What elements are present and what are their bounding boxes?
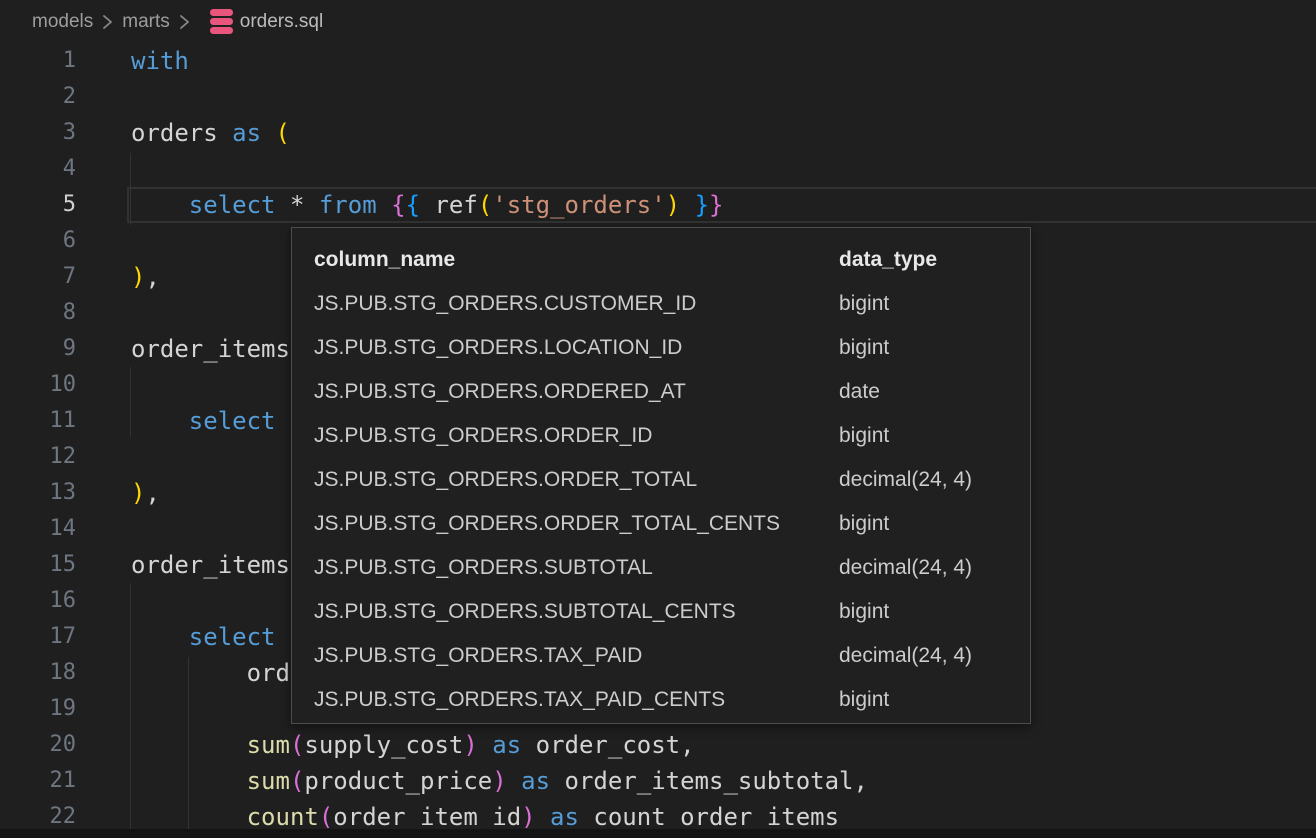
- line-number[interactable]: 10: [0, 367, 76, 403]
- popup-column-name: JS.PUB.STG_ORDERS.ORDERED_AT: [314, 380, 686, 403]
- popup-row-2: JS.PUB.STG_ORDERS.ORDERED_AT date: [292, 370, 1030, 414]
- code-text: select: [76, 403, 276, 439]
- code-text: sum(product_price) as order_items_subtot…: [76, 763, 868, 799]
- line-number[interactable]: 1: [0, 43, 76, 79]
- popup-column-name: JS.PUB.STG_ORDERS.SUBTOTAL: [314, 556, 653, 579]
- code-line-4[interactable]: 4: [0, 151, 1316, 187]
- code-text: ord: [76, 655, 290, 691]
- database-icon: [210, 9, 233, 34]
- popup-row-5: JS.PUB.STG_ORDERS.ORDER_TOTAL_CENTS bigin…: [292, 502, 1030, 546]
- line-number[interactable]: 12: [0, 439, 76, 475]
- line-number[interactable]: 21: [0, 763, 76, 799]
- code-text: order_items: [76, 331, 290, 367]
- line-number[interactable]: 7: [0, 259, 76, 295]
- popup-data-type: decimal(24, 4): [839, 634, 972, 678]
- chevron-right-icon: [102, 13, 113, 31]
- code-line-21[interactable]: 21 sum(product_price) as order_items_sub…: [0, 763, 1316, 799]
- editor-pane[interactable]: models marts orders.sql 1with23orders as…: [0, 0, 1316, 838]
- line-number[interactable]: 9: [0, 331, 76, 367]
- code-text: [76, 79, 131, 115]
- code-text: [76, 511, 131, 547]
- line-number[interactable]: 8: [0, 295, 76, 331]
- line-number[interactable]: 5: [0, 187, 76, 223]
- popup-data-type: decimal(24, 4): [839, 546, 972, 590]
- code-line-3[interactable]: 3orders as (: [0, 115, 1316, 151]
- breadcrumb: models marts orders.sql: [0, 0, 1316, 43]
- code-text: [76, 691, 131, 727]
- popup-row-3: JS.PUB.STG_ORDERS.ORDER_ID bigint: [292, 414, 1030, 458]
- popup-column-name: JS.PUB.STG_ORDERS.ORDER_ID: [314, 424, 652, 447]
- code-text: ),: [76, 475, 160, 511]
- breadcrumb-item-models[interactable]: models: [32, 11, 93, 33]
- popup-header-row: column_name data_type: [292, 238, 1030, 282]
- popup-row-4: JS.PUB.STG_ORDERS.ORDER_TOTAL decimal(24,…: [292, 458, 1030, 502]
- code-text: sum(supply_cost) as order_cost,: [76, 727, 695, 763]
- breadcrumb-item-marts[interactable]: marts: [122, 11, 170, 33]
- code-line-20[interactable]: 20 sum(supply_cost) as order_cost,: [0, 727, 1316, 763]
- popup-rows: JS.PUB.STG_ORDERS.CUSTOMER_IDbigintJS.PU…: [292, 282, 1030, 722]
- popup-data-type: bigint: [839, 414, 889, 458]
- popup-header-data-type: data_type: [839, 238, 937, 282]
- line-number[interactable]: 20: [0, 727, 76, 763]
- code-text: orders as (: [76, 115, 290, 151]
- code-text: [76, 367, 131, 403]
- popup-header-column-name: column_name: [314, 248, 455, 271]
- column-metadata-popup: column_name data_type JS.PUB.STG_ORDERS.…: [291, 227, 1031, 724]
- line-number[interactable]: 3: [0, 115, 76, 151]
- line-number[interactable]: 18: [0, 655, 76, 691]
- code-text: [76, 583, 131, 619]
- popup-data-type: bigint: [839, 678, 889, 722]
- popup-column-name: JS.PUB.STG_ORDERS.CUSTOMER_ID: [314, 292, 696, 315]
- line-number[interactable]: 4: [0, 151, 76, 187]
- line-number[interactable]: 6: [0, 223, 76, 259]
- popup-column-name: JS.PUB.STG_ORDERS.LOCATION_ID: [314, 336, 682, 359]
- editor-bottom-strip: [0, 829, 1316, 838]
- popup-row-1: JS.PUB.STG_ORDERS.LOCATION_ID bigint: [292, 326, 1030, 370]
- popup-row-8: JS.PUB.STG_ORDERS.TAX_PAID decimal(24, 4): [292, 634, 1030, 678]
- popup-column-name: JS.PUB.STG_ORDERS.ORDER_TOTAL_CENTS: [314, 512, 780, 535]
- popup-row-9: JS.PUB.STG_ORDERS.TAX_PAID_CENTS bigint: [292, 678, 1030, 722]
- popup-data-type: date: [839, 370, 880, 414]
- popup-column-name: JS.PUB.STG_ORDERS.ORDER_TOTAL: [314, 468, 697, 491]
- code-text: select: [76, 619, 276, 655]
- popup-data-type: bigint: [839, 282, 889, 326]
- popup-row-6: JS.PUB.STG_ORDERS.SUBTOTAL decimal(24, 4): [292, 546, 1030, 590]
- line-number[interactable]: 2: [0, 79, 76, 115]
- popup-data-type: bigint: [839, 590, 889, 634]
- popup-column-name: JS.PUB.STG_ORDERS.SUBTOTAL_CENTS: [314, 600, 736, 623]
- popup-row-7: JS.PUB.STG_ORDERS.SUBTOTAL_CENTS bigint: [292, 590, 1030, 634]
- popup-data-type: decimal(24, 4): [839, 458, 972, 502]
- popup-data-type: bigint: [839, 502, 889, 546]
- code-line-2[interactable]: 2: [0, 79, 1316, 115]
- popup-data-type: bigint: [839, 326, 889, 370]
- line-number[interactable]: 15: [0, 547, 76, 583]
- code-text: [76, 295, 131, 331]
- code-line-5[interactable]: 5 select * from {{ ref('stg_orders') }}: [0, 187, 1316, 223]
- line-number[interactable]: 14: [0, 511, 76, 547]
- chevron-right-icon: [179, 13, 190, 31]
- code-line-1[interactable]: 1with: [0, 43, 1316, 79]
- code-text: ),: [76, 259, 160, 295]
- code-text: [76, 439, 131, 475]
- code-text: [76, 151, 131, 187]
- line-number[interactable]: 16: [0, 583, 76, 619]
- popup-row-0: JS.PUB.STG_ORDERS.CUSTOMER_ID bigint: [292, 282, 1030, 326]
- line-number[interactable]: 13: [0, 475, 76, 511]
- code-text: [76, 223, 131, 259]
- line-number[interactable]: 11: [0, 403, 76, 439]
- line-number[interactable]: 19: [0, 691, 76, 727]
- popup-column-name: JS.PUB.STG_ORDERS.TAX_PAID: [314, 644, 642, 667]
- code-text: order_items: [76, 547, 290, 583]
- code-text: with: [76, 43, 189, 79]
- breadcrumb-item-file[interactable]: orders.sql: [240, 11, 323, 33]
- popup-column-name: JS.PUB.STG_ORDERS.TAX_PAID_CENTS: [314, 688, 725, 711]
- code-text: select * from {{ ref('stg_orders') }}: [76, 187, 723, 223]
- line-number[interactable]: 17: [0, 619, 76, 655]
